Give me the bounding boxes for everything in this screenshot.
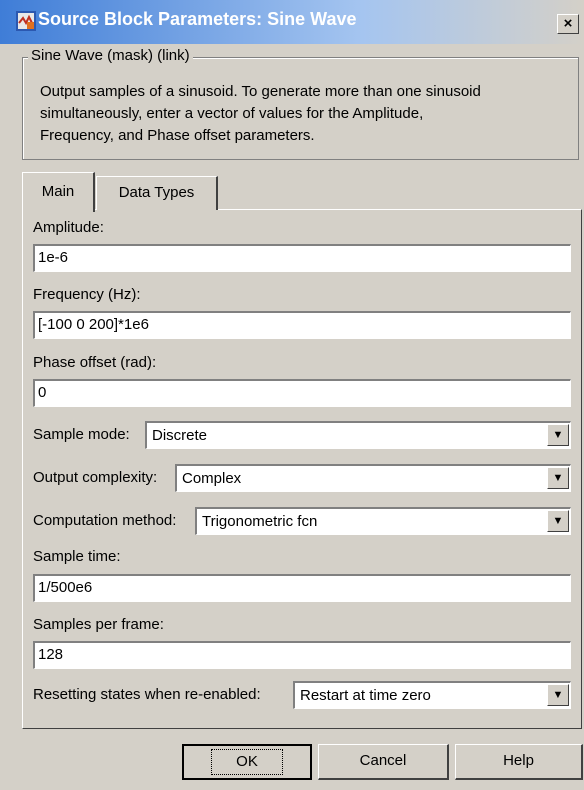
chevron-down-icon[interactable]: ▼ (547, 467, 569, 489)
close-icon: × (563, 15, 573, 32)
frequency-input[interactable]: [-100 0 200]*1e6 (33, 311, 571, 339)
amplitude-label: Amplitude: (33, 219, 104, 236)
mask-title: Sine Wave (mask) (link) (28, 47, 193, 64)
close-button[interactable]: × (557, 14, 579, 34)
title-bar[interactable]: Source Block Parameters: Sine Wave × (0, 0, 584, 44)
ok-button-label: OK (211, 749, 283, 775)
resetting-states-label: Resetting states when re-enabled: (33, 686, 261, 703)
tab-label: Data Types (118, 184, 195, 201)
phase-offset-input[interactable]: 0 (33, 379, 571, 407)
resetting-states-select[interactable]: Restart at time zero ▼ (293, 681, 571, 709)
window-title: Source Block Parameters: Sine Wave (38, 9, 357, 29)
sample-time-label: Sample time: (33, 548, 121, 565)
computation-method-select[interactable]: Trigonometric fcn ▼ (195, 507, 571, 535)
chevron-down-icon[interactable]: ▼ (547, 424, 569, 446)
tab-main[interactable]: Main (22, 172, 95, 212)
description-line: Frequency, and Phase offset parameters. (40, 127, 315, 144)
computation-method-value: Trigonometric fcn (202, 513, 318, 530)
phase-offset-label: Phase offset (rad): (33, 354, 157, 371)
output-complexity-value: Complex (182, 470, 242, 487)
ok-button[interactable]: OK (182, 744, 312, 780)
cancel-button[interactable]: Cancel (318, 744, 449, 780)
sample-mode-select[interactable]: Discrete ▼ (145, 421, 571, 449)
samples-per-frame-label: Samples per frame: (33, 616, 164, 633)
samples-per-frame-input[interactable]: 128 (33, 641, 571, 669)
sample-time-input[interactable]: 1/500e6 (33, 574, 571, 602)
output-complexity-label: Output complexity: (33, 469, 158, 486)
dialog-window: Source Block Parameters: Sine Wave × Sin… (0, 0, 584, 790)
frequency-label: Frequency (Hz): (33, 286, 141, 303)
output-complexity-select[interactable]: Complex ▼ (175, 464, 571, 492)
help-button[interactable]: Help (455, 744, 583, 780)
chevron-down-icon[interactable]: ▼ (547, 510, 569, 532)
mask-description: Output samples of a sinusoid. To generat… (40, 81, 570, 147)
sample-mode-value: Discrete (152, 427, 208, 444)
description-line: Output samples of a sinusoid. To generat… (40, 83, 481, 100)
sample-mode-label: Sample mode: (33, 426, 130, 443)
tab-data-types[interactable]: Data Types (96, 176, 218, 210)
chevron-down-icon[interactable]: ▼ (547, 684, 569, 706)
amplitude-input[interactable]: 1e-6 (33, 244, 571, 272)
simulink-block-icon (16, 11, 36, 31)
computation-method-label: Computation method: (33, 512, 177, 529)
resetting-states-value: Restart at time zero (300, 687, 431, 704)
description-line: simultaneously, enter a vector of values… (40, 105, 424, 122)
tab-label: Main (41, 183, 75, 200)
